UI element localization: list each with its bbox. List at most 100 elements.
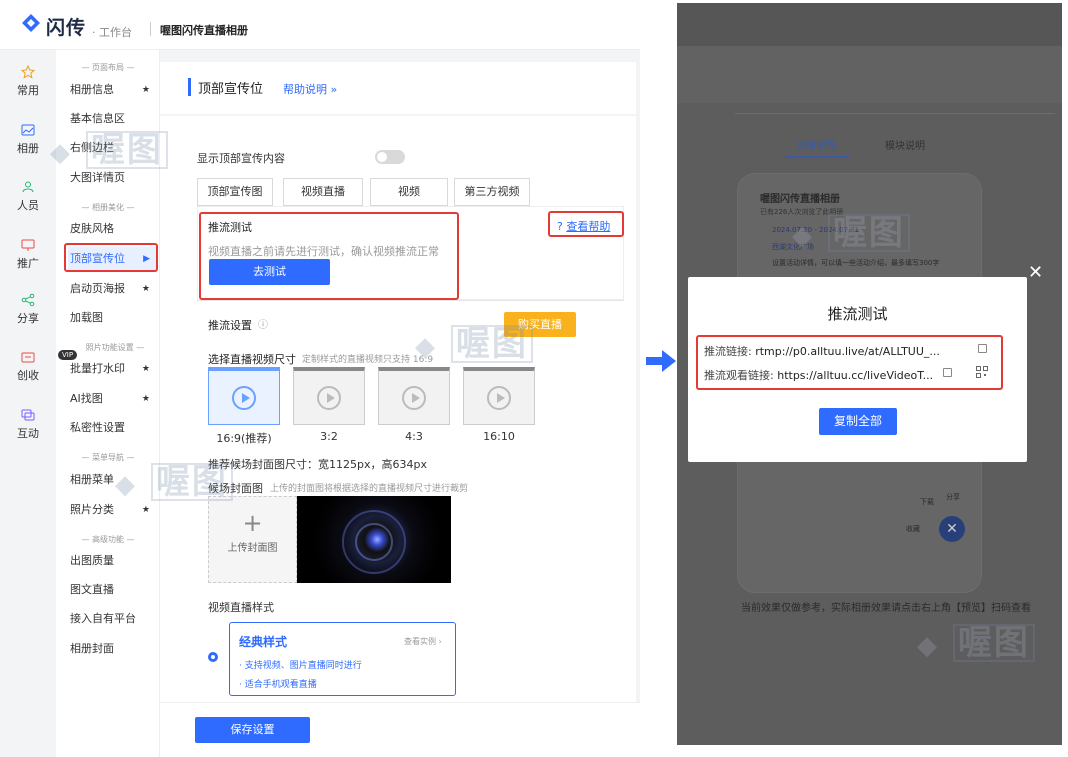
save-settings-button[interactable]: 保存设置 [195,717,310,743]
cover-ring-inner [355,523,393,561]
brand-name: 闪传 [46,17,87,39]
watermark: ◆ 喔图 [115,462,233,502]
tab-module[interactable]: 模块说明 [885,137,925,152]
nav-common[interactable]: 常用 [0,65,56,98]
left-screenshot: 闪传 · 工作台 喔图闪传直播相册 常用 相册 人员 推广 分享 创收 互动 —… [0,0,640,757]
menu-item-album-cover[interactable]: 相册封面 [70,637,156,661]
menu-item-basic-info[interactable]: 基本信息区 [70,107,156,131]
nav-interact[interactable]: 互动 [0,408,56,441]
upload-cover-button[interactable]: + 上传封面图 [208,496,297,583]
tab-preview[interactable]: 效果预览 [797,137,837,152]
album-name: 喔图闪传直播相册 [160,24,248,37]
phone-fav: 收藏 [906,525,920,533]
nav-share[interactable]: 分享 [0,293,56,326]
menu-section-advanced: — 高级功能 — [81,535,135,544]
tab-third-party[interactable]: 第三方视频 [454,178,530,206]
watermark-diamond-icon: ◆ [115,470,137,500]
arrow-right-icon [646,350,676,372]
play-icon [402,385,426,410]
phone-download: 下载 [920,498,934,506]
style-name: 经典样式 [239,635,288,649]
star-icon: ★ [141,364,150,374]
modal-title: 推流测试 [827,305,888,323]
menu-item-skin[interactable]: 皮肤风格 [70,217,156,241]
style-feature-2: · 适合手机观看直播 [239,680,317,690]
tab-video[interactable]: 视频 [370,178,448,206]
highlight-view-help [548,211,624,237]
right-header [677,46,1062,103]
style-label: 视频直播样式 [208,601,274,614]
style-radio[interactable] [208,652,218,662]
show-promo-label: 显示顶部宣传内容 [197,152,285,165]
toggle-knob [377,152,387,162]
nav-revenue[interactable]: 创收 [0,350,56,383]
watermark-diamond-icon: ◆ [50,138,72,168]
menu-item-text-live[interactable]: 图文直播 [70,578,156,602]
show-promo-toggle[interactable] [375,150,405,164]
brand-sub: · 工作台 [92,26,132,39]
help-link[interactable]: 帮助说明 » [283,81,337,97]
divider [150,22,151,36]
style-example-link[interactable]: 查看实例 › [404,636,442,647]
star-icon [21,65,35,79]
play-icon [317,385,341,410]
menu-item-watermark[interactable]: 批量打水印 ★ [70,357,156,381]
size-label-4-3: 4:3 [405,430,423,443]
watermark: ◆ 喔图 [50,130,168,170]
person-icon [22,181,34,193]
star-icon: ★ [141,85,150,95]
size-option-16-10[interactable] [463,367,535,425]
tab-video-live[interactable]: 视频直播 [283,178,363,206]
menu-section-layout: — 页面布局 — [81,63,135,72]
star-icon: ★ [141,284,150,294]
share-icon [21,293,35,307]
watermark-diamond-icon: ◆ [917,631,939,661]
cover-hint: 上传的封面图将根据选择的直播视频尺寸进行裁剪 [270,484,469,494]
preview-footer: 当前效果仅做参考，实际相册效果请点击右上角【预览】扫码查看 [741,603,1031,614]
menu-item-own-platform[interactable]: 接入自有平台 [70,607,156,631]
phone-title: 喔图闪传直播相册 [760,194,840,205]
style-card-classic[interactable]: 经典样式 查看实例 › · 支持视频、图片直播同时进行 · 适合手机观看直播 [229,622,456,696]
info-icon: ⓘ [258,320,268,331]
menu-item-ai-search[interactable]: AI找图 ★ [70,387,156,411]
watermark-diamond-icon: ◆ [792,221,814,251]
nav-people[interactable]: 人员 [0,180,56,213]
watermark: ◆ 喔图 [917,623,1035,663]
menu-item-loading-image[interactable]: 加载图 [70,306,156,330]
phone-tip: 设置活动详情，可以填一些活动介绍，最多填写300字 [772,259,940,267]
watermark: ◆ 喔图 [792,213,910,253]
size-option-3-2[interactable] [293,367,365,425]
menu-item-album-info[interactable]: 相册信息 ★ [70,78,156,102]
nav-promote[interactable]: 推广 [0,238,56,271]
divider [197,300,624,301]
menu-item-launch-poster[interactable]: 启动页海报 ★ [70,277,156,301]
highlight-push-test [199,212,459,300]
chat-icon [21,409,35,421]
size-label: 选择直播视频尺寸 [208,353,296,366]
plus-icon: + [242,509,263,537]
vip-badge: VIP [58,350,78,360]
page-title: 顶部宣传位 [198,82,264,97]
play-icon [487,385,511,410]
header-card: 顶部宣传位 帮助说明 » [160,62,636,114]
tab-top-image[interactable]: 顶部宣传图 [197,178,273,206]
size-label-3-2: 3:2 [320,430,338,443]
tab-underline [785,156,849,158]
size-option-4-3[interactable] [378,367,450,425]
cover-image [297,496,451,583]
menu-item-output-quality[interactable]: 出图质量 [70,549,156,573]
logo-icon [22,14,40,32]
modal-close-icon[interactable]: ✕ [1028,262,1043,283]
menu-item-privacy[interactable]: 私密性设置 [70,416,156,440]
style-feature-1: · 支持视频、图片直播同时进行 [239,661,362,671]
size-option-16-9[interactable] [208,367,280,425]
nav-album[interactable]: 相册 [0,123,56,156]
phone-share: 分享 [946,493,960,501]
image-icon [21,124,35,136]
wallet-icon [21,352,35,363]
copy-all-button[interactable]: 复制全部 [819,408,897,435]
size-label-16-9: 16:9(推荐) [216,432,272,445]
push-settings-label: 推流设置 [208,319,252,332]
watermark-diamond-icon: ◆ [415,332,437,362]
monitor-icon [21,239,35,251]
